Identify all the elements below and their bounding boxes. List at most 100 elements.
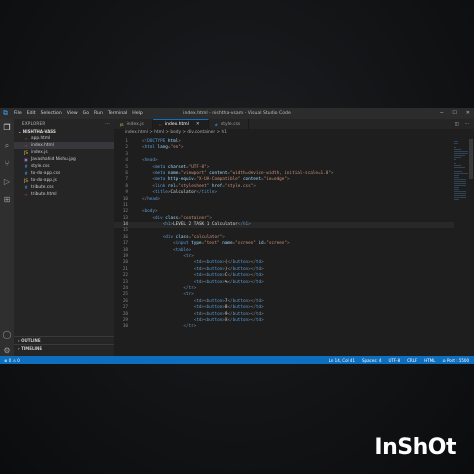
menu-item-view[interactable]: View bbox=[67, 111, 78, 116]
minimap-line bbox=[454, 179, 466, 180]
minimap-line bbox=[454, 195, 466, 196]
timeline-section[interactable]: › TIMELINE bbox=[14, 344, 114, 351]
file-item[interactable]: ‹› tribute.html bbox=[14, 191, 114, 198]
minimap-line bbox=[454, 177, 459, 178]
live-server-port[interactable]: ⊘ Port : 5500 bbox=[442, 358, 469, 363]
code-line: 30 </tr> bbox=[114, 324, 454, 330]
code-editor[interactable]: 1 <!DOCTYPE html> 2 <html lang="en"> 3 4 <head… bbox=[114, 139, 454, 356]
menu-item-go[interactable]: Go bbox=[83, 111, 89, 116]
tab-index-html[interactable]: ‹› index.html ✕ bbox=[152, 119, 209, 129]
minimap-line bbox=[454, 163, 456, 164]
close-tab-icon[interactable]: ✕ bbox=[196, 122, 200, 127]
minimap-line bbox=[454, 197, 466, 198]
minimap-line bbox=[454, 143, 458, 144]
indentation[interactable]: Spaces: 4 bbox=[362, 358, 381, 363]
file-item[interactable]: JS to-do-app.js bbox=[14, 177, 114, 184]
file-name: app.html bbox=[31, 136, 51, 141]
minimap-line bbox=[454, 181, 466, 182]
file-name: tribute.html bbox=[31, 192, 57, 197]
menu-item-selection[interactable]: Selection bbox=[41, 111, 62, 116]
explorer-icon[interactable]: ❐ bbox=[2, 123, 12, 133]
vertical-scrollbar[interactable] bbox=[469, 139, 473, 179]
file-name: to-do-app.css bbox=[31, 171, 61, 176]
encoding[interactable]: UTF-8 bbox=[388, 358, 400, 363]
tab-style-css[interactable]: # style.css bbox=[209, 119, 250, 129]
more-actions-icon[interactable]: ··· bbox=[105, 119, 110, 128]
file-item[interactable]: # style.css bbox=[14, 163, 114, 170]
file-item[interactable]: # tribute.css bbox=[14, 184, 114, 191]
file-list: ‹› app.html ‹› index.html JS index.js ▣ Javasha… bbox=[14, 135, 114, 198]
line-number: 30 bbox=[122, 324, 128, 330]
chevron-down-icon: ⌄ bbox=[18, 129, 22, 134]
status-bar: ⊗ 0 ⚠ 0 Ln 14, Col 41 Spaces: 4 UTF-8 CRLF H… bbox=[0, 356, 474, 364]
minimap-line bbox=[454, 155, 465, 156]
line-ending[interactable]: CRLF bbox=[407, 358, 417, 363]
minimap-line bbox=[454, 183, 466, 184]
minimap[interactable] bbox=[454, 141, 468, 211]
minimap-line bbox=[454, 175, 459, 176]
language-mode[interactable]: HTML bbox=[424, 358, 435, 363]
file-name: style.css bbox=[31, 164, 50, 169]
file-item[interactable]: ▣ Javashahid Nishu.jpg bbox=[14, 156, 114, 163]
tab-index-js[interactable]: JS index.js bbox=[114, 119, 153, 129]
search-icon[interactable]: ⌕ bbox=[2, 141, 12, 151]
close-icon[interactable]: ✕ bbox=[466, 110, 470, 116]
minimap-line bbox=[454, 147, 456, 148]
minimap-line bbox=[454, 199, 460, 200]
workspace-folder[interactable]: ⌄ NISHTHA-VASS bbox=[14, 128, 114, 135]
minimap-line bbox=[454, 185, 466, 186]
minimap-line bbox=[454, 187, 460, 188]
line-text: <html lang="en"> bbox=[142, 145, 184, 151]
maximize-icon[interactable]: ☐ bbox=[452, 110, 456, 116]
js-icon: JS bbox=[24, 149, 28, 155]
minimap-line bbox=[454, 167, 465, 168]
settings-gear-icon[interactable]: ⚙ bbox=[2, 346, 12, 356]
run-debug-icon[interactable]: ▷ bbox=[2, 177, 12, 187]
extensions-icon[interactable]: ⊞ bbox=[2, 195, 12, 205]
minimap-line bbox=[454, 141, 458, 142]
minimap-line bbox=[454, 153, 468, 154]
menu-item-file[interactable]: File bbox=[14, 111, 22, 116]
window-controls: ─ ☐ ✕ bbox=[440, 110, 470, 116]
menu-item-run[interactable]: Run bbox=[94, 111, 103, 116]
outline-section[interactable]: › OUTLINE bbox=[14, 336, 114, 343]
minimap-line bbox=[454, 151, 468, 152]
minimap-line bbox=[454, 191, 466, 192]
breadcrumb[interactable]: index.html > html > body > div.container… bbox=[114, 129, 474, 137]
tab-label: style.css bbox=[220, 121, 241, 127]
chevron-right-icon: › bbox=[18, 346, 20, 351]
css-icon: # bbox=[24, 170, 28, 176]
editor-tabs: JS index.js ‹› index.html ✕ # style.css ◫ ··· bbox=[114, 119, 474, 129]
source-control-icon[interactable]: ⑂ bbox=[2, 159, 12, 169]
explorer-header: EXPLORER ··· bbox=[22, 119, 110, 128]
menu-bar: File Edit Selection View Go Run Terminal Help bbox=[14, 111, 148, 116]
line-text: <h1>LEVEL 2 TASK 1 Calculator</h1> bbox=[162, 222, 251, 228]
cursor-position[interactable]: Ln 14, Col 41 bbox=[329, 358, 355, 363]
minimap-line bbox=[454, 157, 462, 158]
more-actions-icon[interactable]: ··· bbox=[465, 122, 469, 127]
file-item[interactable]: ‹› app.html bbox=[14, 135, 114, 142]
html-icon: ‹› bbox=[158, 122, 162, 127]
css-icon: # bbox=[24, 184, 28, 190]
problems-indicator[interactable]: ⊗ 0 ⚠ 0 bbox=[4, 358, 20, 363]
split-editor-icon[interactable]: ◫ bbox=[454, 122, 458, 127]
inshot-watermark: InShOt bbox=[374, 435, 456, 460]
menu-item-help[interactable]: Help bbox=[132, 111, 142, 116]
file-item[interactable]: # to-do-app.css bbox=[14, 170, 114, 177]
account-icon[interactable]: ◯ bbox=[2, 330, 12, 340]
file-item[interactable]: JS index.js bbox=[14, 149, 114, 156]
menu-item-edit[interactable]: Edit bbox=[27, 111, 36, 116]
minimap-line bbox=[454, 171, 462, 172]
minimize-icon[interactable]: ─ bbox=[440, 110, 443, 116]
line-text: </tr> bbox=[183, 324, 197, 330]
vscode-logo-icon: ⧉ bbox=[3, 109, 8, 117]
menu-item-terminal[interactable]: Terminal bbox=[108, 111, 127, 116]
js-icon: JS bbox=[120, 121, 124, 127]
vscode-window: ⧉ File Edit Selection View Go Run Terminal Help… bbox=[0, 108, 474, 364]
image-icon: ▣ bbox=[24, 156, 28, 162]
minimap-line bbox=[454, 193, 466, 194]
file-item[interactable]: ‹› index.html bbox=[14, 142, 114, 149]
chevron-right-icon: › bbox=[18, 338, 20, 343]
tab-label: index.html bbox=[164, 122, 189, 127]
js-icon: JS bbox=[24, 177, 28, 183]
